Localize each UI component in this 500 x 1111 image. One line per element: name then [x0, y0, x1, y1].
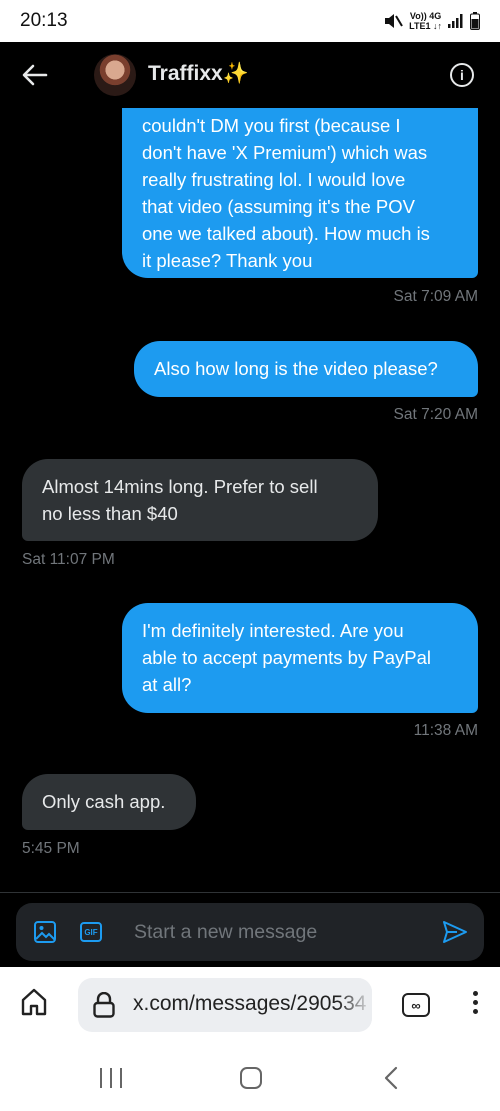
message-bubble-received[interactable]: Only cash app. [22, 774, 196, 830]
message-timestamp: Sat 7:09 AM [393, 288, 478, 305]
image-icon[interactable] [34, 921, 56, 943]
message-line: it please? Thank you [142, 250, 313, 271]
message-line: Almost 14mins long. Prefer to sell [42, 476, 318, 497]
network-bottom: LTE1 ↓↑ [409, 21, 442, 31]
message-timestamp: 5:45 PM [22, 840, 80, 857]
message-line: really frustrating lol. I would love [142, 169, 406, 190]
send-icon[interactable] [442, 920, 468, 944]
gif-label: GIF [84, 927, 98, 937]
contact-avatar[interactable] [94, 54, 136, 96]
url-text: x.com/messages/290534 [133, 992, 367, 1015]
message-input[interactable] [134, 917, 424, 947]
back-icon[interactable] [380, 1066, 404, 1090]
network-top: Vo)) 4G [409, 11, 442, 21]
home-button-icon[interactable] [240, 1067, 262, 1089]
battery-icon [470, 12, 480, 30]
gif-icon[interactable]: GIF [80, 922, 102, 942]
tabs-icon[interactable]: ∞ [402, 993, 430, 1017]
message-line: couldn't DM you first (because I [142, 115, 401, 136]
message-bubble-received[interactable]: Almost 14mins long. Prefer to sell no le… [22, 459, 378, 541]
message-text: Also how long is the video please? [154, 358, 438, 379]
message-line: I'm definitely interested. Are you [142, 620, 404, 641]
network-label: Vo)) 4G LTE1 ↓↑ [409, 11, 442, 31]
message-text: Only cash app. [42, 791, 166, 812]
contact-name[interactable]: Traffixx✨ [148, 62, 249, 86]
back-arrow-icon[interactable] [18, 58, 52, 92]
message-line: don't have 'X Premium') which was [142, 142, 428, 163]
message-line: no less than $40 [42, 503, 178, 524]
message-line: at all? [142, 674, 192, 695]
home-icon[interactable] [20, 987, 48, 1017]
message-bubble-sent[interactable]: I'm definitely interested. Are you able … [122, 603, 478, 713]
message-line: one we talked about). How much is [142, 223, 430, 244]
recents-icon[interactable] [100, 1068, 122, 1088]
more-options-icon[interactable] [470, 991, 480, 1021]
info-icon[interactable]: i [450, 63, 474, 87]
lock-icon [93, 992, 115, 1018]
signal-icon [448, 14, 463, 28]
message-timestamp: 11:38 AM [413, 722, 478, 739]
status-bar: 20:13 Vo)) 4G LTE1 ↓↑ [0, 0, 500, 42]
message-composer: GIF [16, 903, 484, 961]
message-thread[interactable]: couldn't DM you first (because I don't h… [0, 108, 500, 892]
message-line: able to accept payments by PayPal [142, 647, 431, 668]
message-timestamp: Sat 11:07 PM [22, 551, 115, 568]
message-bubble-sent[interactable]: Also how long is the video please? [134, 341, 478, 397]
status-time: 20:13 [20, 10, 68, 31]
message-timestamp: Sat 7:20 AM [393, 406, 478, 423]
mute-icon [385, 14, 404, 28]
tabs-label: ∞ [411, 997, 421, 1013]
conversation-header: Traffixx✨ i [0, 42, 500, 108]
message-line: that video (assuming it's the POV [142, 196, 415, 217]
system-nav-bar [0, 1045, 500, 1111]
browser-toolbar: x.com/messages/290534 ∞ [0, 967, 500, 1045]
address-bar[interactable]: x.com/messages/290534 [78, 978, 372, 1032]
url-fade [338, 978, 372, 1032]
composer-divider [0, 892, 500, 893]
status-icons: Vo)) 4G LTE1 ↓↑ [383, 11, 480, 31]
message-bubble-sent[interactable]: couldn't DM you first (because I don't h… [122, 108, 478, 278]
